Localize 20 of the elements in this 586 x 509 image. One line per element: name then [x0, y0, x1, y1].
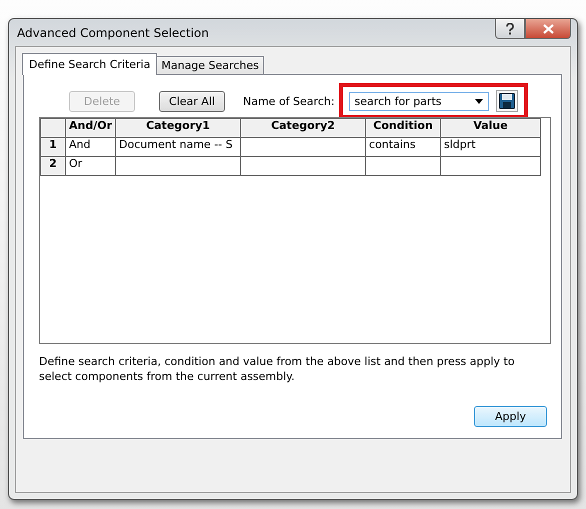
table-cell[interactable]: And — [66, 138, 116, 156]
clear-all-button[interactable]: Clear All — [159, 90, 225, 112]
table-cell[interactable]: sldprt — [440, 138, 541, 156]
column-header: Value — [440, 118, 541, 138]
column-header: Condition — [366, 118, 441, 138]
row-number: 2 — [40, 156, 66, 176]
column-header: Category2 — [240, 118, 366, 138]
description-text: Define search criteria, condition and value from the above list and then press apply to select components from the current assembly. — [39, 354, 516, 384]
table-cell[interactable]: Or — [66, 156, 116, 176]
tab[interactable]: Manage Searches — [156, 56, 264, 74]
apply-button[interactable]: Apply — [474, 406, 547, 427]
table-cell[interactable]: Document name -- S — [116, 138, 241, 156]
table-cell[interactable]: contains — [366, 138, 441, 156]
column-header: And/Or — [66, 118, 116, 138]
search-name-label: Name of Search: — [243, 94, 335, 108]
column-header: Category1 — [116, 118, 241, 138]
window-title: Advanced Component Selection — [16, 26, 209, 40]
tab[interactable]: Define Search Criteria — [22, 53, 158, 75]
row-number: 1 — [40, 138, 66, 156]
search-name-dropdown[interactable]: search for parts — [348, 92, 489, 110]
